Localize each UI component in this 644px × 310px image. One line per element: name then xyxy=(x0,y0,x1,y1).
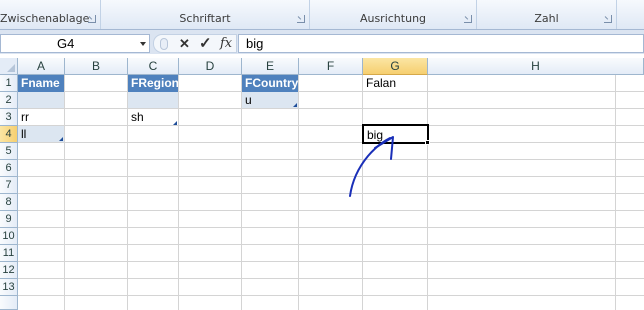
dialog-launcher-icon[interactable] xyxy=(604,15,612,23)
annotation-arrow xyxy=(349,136,394,197)
confirm-icon[interactable]: ✓ xyxy=(199,36,212,52)
name-box[interactable]: G4 xyxy=(0,34,150,53)
dialog-launcher-icon[interactable] xyxy=(464,15,472,23)
ribbon-group-label-alignment: Ausrichtung xyxy=(359,12,427,25)
formula-bar: G4 ✕ ✓ fx big xyxy=(0,34,644,54)
resize-grip-icon[interactable] xyxy=(160,38,168,50)
cancel-icon[interactable]: ✕ xyxy=(179,36,190,52)
ribbon-group-label-number: Zahl xyxy=(534,12,559,25)
spreadsheet-grid[interactable]: A B C D E F G H 1 2 3 4 5 6 7 8 9 10 11 … xyxy=(0,58,644,310)
ribbon-group-label-clipboard: Zwischenablage xyxy=(0,12,90,25)
dropdown-arrow-icon[interactable] xyxy=(140,42,146,46)
function-icon[interactable]: fx xyxy=(220,36,232,52)
formula-input[interactable]: big xyxy=(238,34,644,53)
ribbon-group-font: Schriftart xyxy=(101,0,310,29)
ribbon-group-number: Zahl xyxy=(477,0,617,29)
ribbon-group-label-font: Schriftart xyxy=(179,12,231,25)
dialog-launcher-icon[interactable] xyxy=(88,15,96,23)
ribbon: Zwischenablage Schriftart Ausrichtung Za… xyxy=(0,0,644,30)
dialog-launcher-icon[interactable] xyxy=(297,15,305,23)
formula-buttons: ✕ ✓ fx xyxy=(153,34,237,53)
ribbon-group-alignment: Ausrichtung xyxy=(310,0,477,29)
ribbon-group-clipboard: Zwischenablage xyxy=(0,0,101,29)
